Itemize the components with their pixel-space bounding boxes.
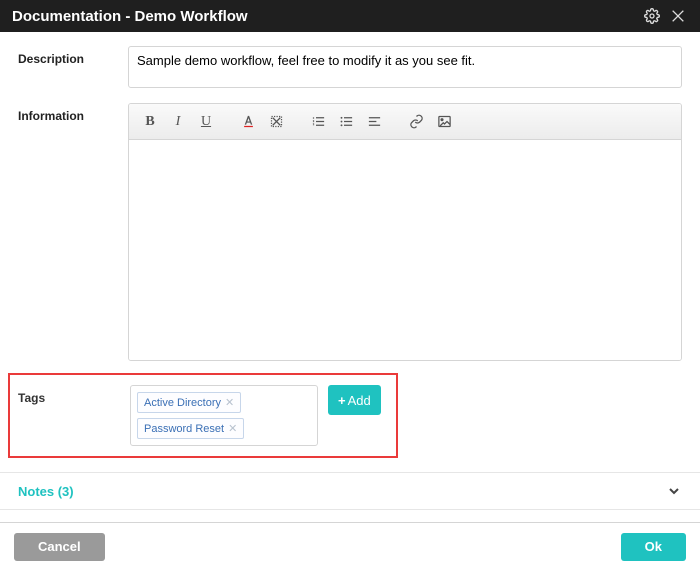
notes-accordion[interactable]: Notes (3): [0, 473, 700, 510]
clear-format-icon[interactable]: [263, 109, 289, 135]
notes-label: Notes (3): [18, 484, 74, 499]
italic-icon[interactable]: I: [165, 109, 191, 135]
description-row: Description: [18, 46, 682, 91]
title-bar: Documentation - Demo Workflow: [0, 0, 700, 32]
image-icon[interactable]: [431, 109, 457, 135]
text-color-icon[interactable]: [235, 109, 261, 135]
richtext-editor: B I U: [128, 103, 682, 361]
tag-chip: Active Directory ✕: [137, 392, 241, 413]
editor-toolbar: B I U: [129, 104, 681, 140]
bold-icon[interactable]: B: [137, 109, 163, 135]
align-icon[interactable]: [361, 109, 387, 135]
gear-icon[interactable]: [642, 6, 662, 26]
tags-input[interactable]: Active Directory ✕ Password Reset ✕: [130, 385, 318, 446]
close-icon[interactable]: [668, 6, 688, 26]
unordered-list-icon[interactable]: [333, 109, 359, 135]
ordered-list-icon[interactable]: [305, 109, 331, 135]
tags-section-highlight: Tags Active Directory ✕ Password Reset ✕…: [8, 373, 398, 458]
cancel-button[interactable]: Cancel: [14, 533, 105, 561]
editor-content[interactable]: [129, 140, 681, 360]
link-icon[interactable]: [403, 109, 429, 135]
information-label: Information: [18, 103, 128, 361]
description-label: Description: [18, 46, 128, 91]
description-input[interactable]: [128, 46, 682, 88]
chevron-down-icon: [666, 483, 682, 499]
tag-label: Active Directory: [144, 397, 221, 409]
underline-icon[interactable]: U: [193, 109, 219, 135]
add-tag-button[interactable]: +Add: [328, 385, 381, 415]
information-row: Information B I U: [18, 103, 682, 361]
tag-label: Password Reset: [144, 423, 224, 435]
tag-remove-icon[interactable]: ✕: [225, 396, 234, 409]
tag-remove-icon[interactable]: ✕: [228, 422, 237, 435]
ok-button[interactable]: Ok: [621, 533, 686, 561]
dialog-footer: Cancel Ok: [0, 522, 700, 570]
plus-icon: +: [338, 393, 346, 408]
window-title: Documentation - Demo Workflow: [12, 8, 636, 25]
tags-label: Tags: [18, 385, 130, 446]
tag-chip: Password Reset ✕: [137, 418, 244, 439]
